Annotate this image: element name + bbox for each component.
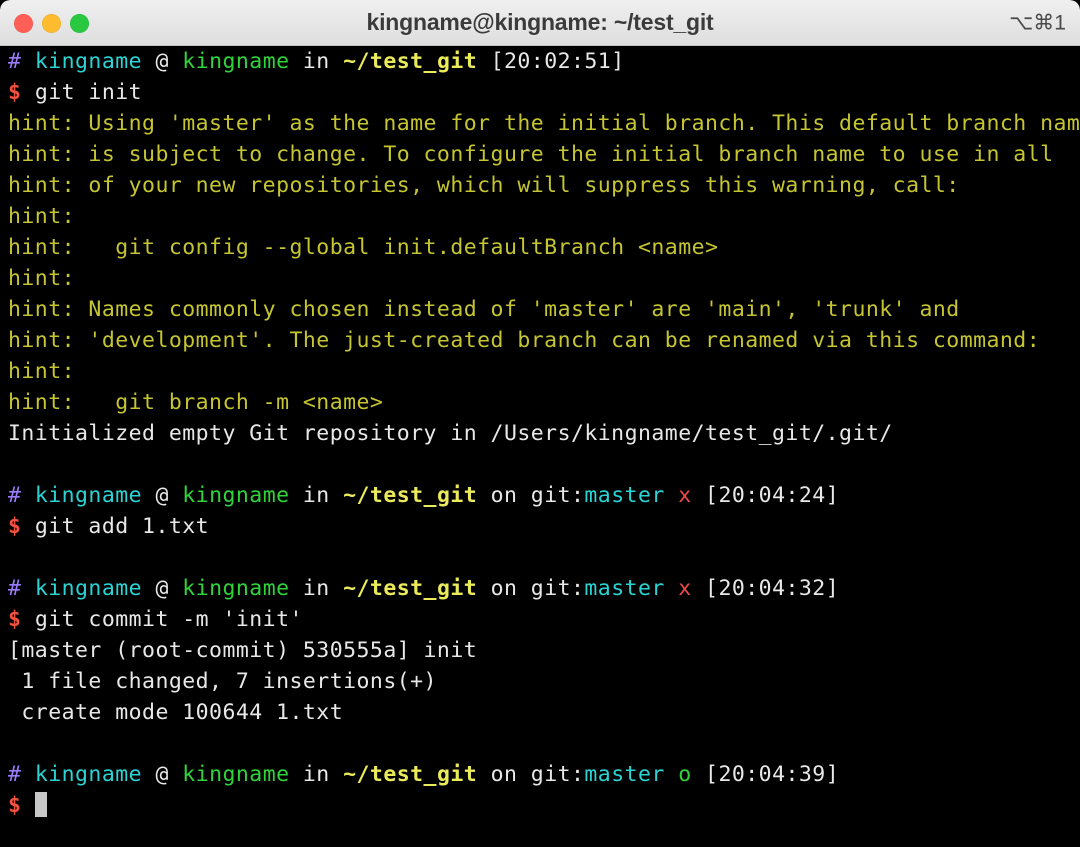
prompt-timestamp: [20:04:24] [691,483,840,508]
command-sigil: $ [8,514,22,539]
command-line: $ git commit -m 'init' [8,604,1080,635]
command-sigil: $ [8,80,22,105]
output-line: create mode 100644 1.txt [8,700,344,725]
prompt-host: kingname [182,483,290,508]
prompt-path: ~/test_git [343,49,478,74]
prompt-status-flag: o [678,762,692,787]
prompt-user: kingname [34,49,143,74]
zoom-button[interactable] [70,13,89,33]
prompt-host: kingname [182,762,290,787]
prompt-timestamp: [20:02:51] [477,49,625,74]
window-title: kingname@kingname: ~/test_git [366,9,714,35]
prompt-marker: # [8,483,22,508]
prompt-at: @ [142,576,183,601]
terminal-output-area[interactable]: # kingname @ kingname in ~/test_git [20:… [0,46,1080,847]
prompt-git-label: on git: [477,762,585,787]
prompt-path: ~/test_git [343,762,478,787]
output-line: hint: git branch -m <name> [8,390,384,415]
title-bar[interactable]: kingname@kingname: ~/test_git ⌥⌘1 [0,0,1080,46]
command-line: $ [8,790,1080,821]
command-text: git init [34,80,143,105]
command-sigil: $ [8,607,22,632]
prompt-in: in [289,762,344,787]
command-line: $ git add 1.txt [8,511,1080,542]
text-cursor [34,792,47,817]
output-line: hint: 'development'. The just-created br… [8,328,1041,353]
prompt-git-label: on git: [477,576,585,601]
close-button[interactable] [14,13,33,33]
prompt-branch: master [584,762,665,787]
prompt-git-label: on git: [477,483,585,508]
prompt-line: # kingname @ kingname in ~/test_git on g… [8,573,1080,604]
output-line: hint: [8,266,76,291]
prompt-at: @ [142,483,183,508]
output-line: 1 file changed, 7 insertions(+) [8,669,437,694]
prompt-status-flag: x [678,483,692,508]
terminal-window: kingname@kingname: ~/test_git ⌥⌘1 # king… [0,0,1080,847]
prompt-timestamp: [20:04:39] [691,762,840,787]
output-line: hint: [8,359,76,384]
prompt-at: @ [142,49,183,74]
output-line: Initialized empty Git repository in /Use… [8,421,893,446]
prompt-in: in [289,483,344,508]
output-line: hint: Names commonly chosen instead of '… [8,297,960,322]
prompt-path: ~/test_git [343,576,478,601]
prompt-line: # kingname @ kingname in ~/test_git [20:… [8,46,1080,77]
prompt-in: in [289,49,344,74]
prompt-marker: # [8,762,22,787]
prompt-path: ~/test_git [343,483,478,508]
minimize-button[interactable] [42,13,61,33]
window-controls [14,0,89,46]
output-line: [master (root-commit) 530555a] init [8,638,478,663]
prompt-line: # kingname @ kingname in ~/test_git on g… [8,759,1080,790]
prompt-line: # kingname @ kingname in ~/test_git on g… [8,480,1080,511]
command-sigil: $ [8,793,22,818]
prompt-user: kingname [34,483,143,508]
prompt-timestamp: [20:04:32] [691,576,840,601]
command-text: git add 1.txt [34,514,210,539]
command-line: $ git init [8,77,1080,108]
output-line: hint: is subject to change. To configure… [8,142,1054,167]
prompt-host: kingname [182,49,290,74]
prompt-user: kingname [34,576,143,601]
output-line: hint: [8,204,76,229]
command-text: git commit -m 'init' [34,607,303,632]
prompt-host: kingname [182,576,290,601]
prompt-status-flag: x [678,576,692,601]
prompt-at: @ [142,762,183,787]
prompt-marker: # [8,576,22,601]
prompt-user: kingname [34,762,143,787]
prompt-marker: # [8,49,22,74]
output-line: hint: Using 'master' as the name for the… [8,111,1080,136]
keyboard-shortcut-badge: ⌥⌘1 [1009,11,1066,34]
output-line: hint: git config --global init.defaultBr… [8,235,719,260]
output-line: hint: of your new repositories, which wi… [8,173,960,198]
prompt-in: in [289,576,344,601]
prompt-branch: master [584,483,665,508]
prompt-branch: master [584,576,665,601]
